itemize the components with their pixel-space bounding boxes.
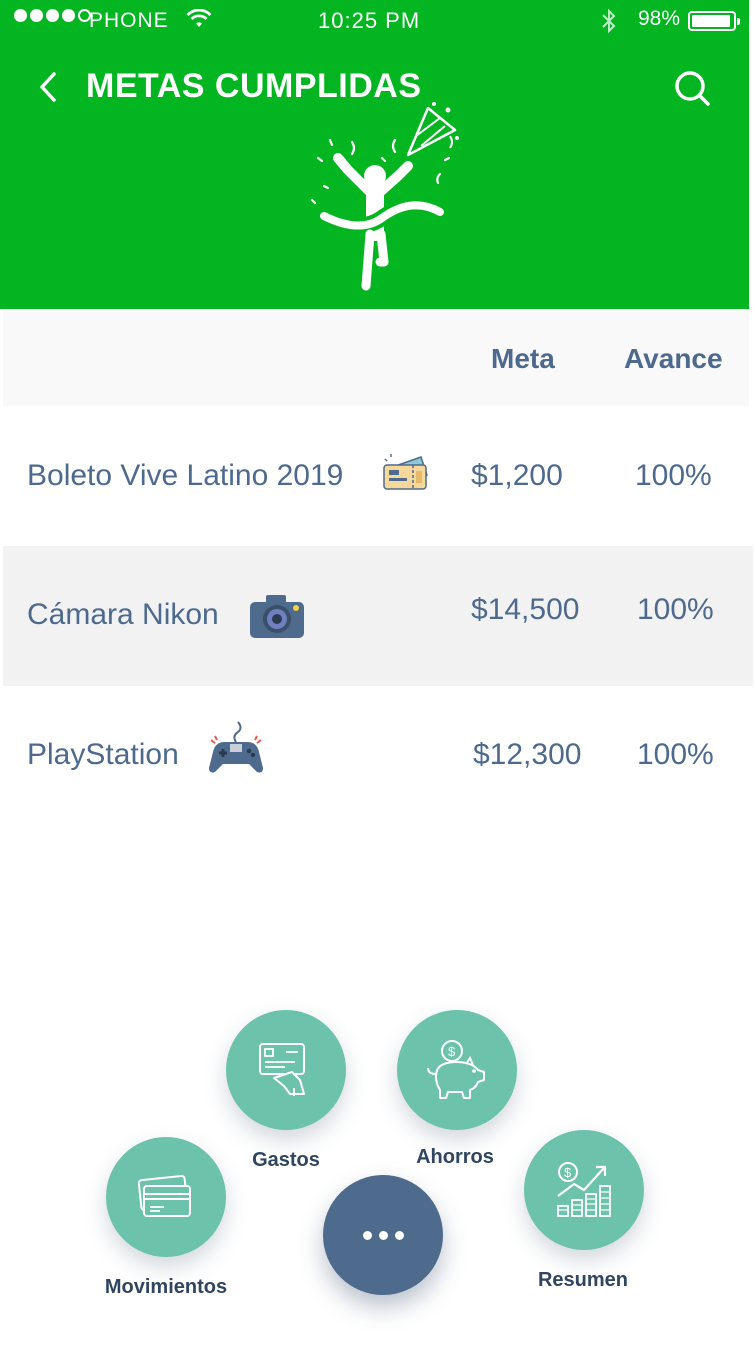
cards-icon bbox=[137, 1174, 191, 1217]
ahorros-label: Ahorros bbox=[416, 1146, 494, 1168]
goal-meta-value: $14,500 bbox=[471, 593, 580, 626]
goal-avance-value: 100% bbox=[637, 593, 714, 626]
table-row[interactable]: Cámara Nikon $14,500 100% bbox=[3, 546, 753, 686]
status-bar: PHONE 10:25 PM 98% bbox=[0, 0, 749, 40]
goal-name: PlayStation bbox=[27, 738, 179, 771]
piggy-bank-icon: $ bbox=[427, 1040, 485, 1099]
battery-percent: 98% bbox=[638, 7, 681, 30]
goal-meta-value: $1,200 bbox=[471, 459, 563, 492]
svg-text:$: $ bbox=[448, 1044, 456, 1059]
gamepad-icon bbox=[205, 716, 267, 783]
header: PHONE 10:25 PM 98% METAS CUMPLIDAS bbox=[0, 0, 749, 309]
goal-avance-value: 100% bbox=[635, 459, 712, 492]
card-payment-icon bbox=[259, 1043, 305, 1096]
ticket-icon bbox=[381, 451, 431, 506]
resumen-button[interactable]: $ bbox=[524, 1130, 644, 1250]
goal-avance-value: 100% bbox=[637, 738, 714, 771]
column-header-meta: Meta bbox=[491, 343, 555, 374]
column-header-avance: Avance bbox=[624, 343, 723, 374]
table-row[interactable]: Boleto Vive Latino 2019 $1,200 100% bbox=[3, 406, 753, 546]
chevron-left-icon bbox=[40, 72, 56, 102]
bluetooth-icon bbox=[600, 8, 618, 40]
goal-name: Boleto Vive Latino 2019 bbox=[27, 459, 344, 492]
growth-chart-icon: $ bbox=[557, 1162, 611, 1217]
movimientos-label: Movimientos bbox=[104, 1276, 228, 1298]
gastos-label: Gastos bbox=[252, 1149, 320, 1171]
search-button[interactable] bbox=[670, 66, 714, 110]
back-button[interactable] bbox=[32, 66, 72, 110]
goal-celebration-icon bbox=[310, 102, 459, 291]
table-row[interactable]: PlayStation $12,300 100% bbox=[3, 686, 753, 826]
gastos-button[interactable] bbox=[226, 1010, 346, 1130]
camera-icon bbox=[248, 592, 306, 645]
search-icon bbox=[675, 71, 710, 106]
goal-name: Cámara Nikon bbox=[27, 598, 219, 631]
movimientos-button[interactable] bbox=[106, 1137, 226, 1257]
clock: 10:25 PM bbox=[318, 8, 421, 33]
ahorros-button[interactable]: $ bbox=[397, 1010, 517, 1130]
wifi-icon bbox=[186, 8, 212, 35]
resumen-label: Resumen bbox=[537, 1269, 629, 1291]
table-header: Meta Avance bbox=[3, 309, 749, 406]
svg-text:$: $ bbox=[564, 1165, 572, 1180]
battery-icon bbox=[688, 11, 740, 31]
goal-meta-value: $12,300 bbox=[473, 738, 582, 771]
menu-toggle-button[interactable] bbox=[323, 1175, 443, 1295]
signal-icon bbox=[14, 9, 91, 22]
carrier-label: PHONE bbox=[89, 9, 169, 32]
more-icon bbox=[362, 1230, 372, 1240]
